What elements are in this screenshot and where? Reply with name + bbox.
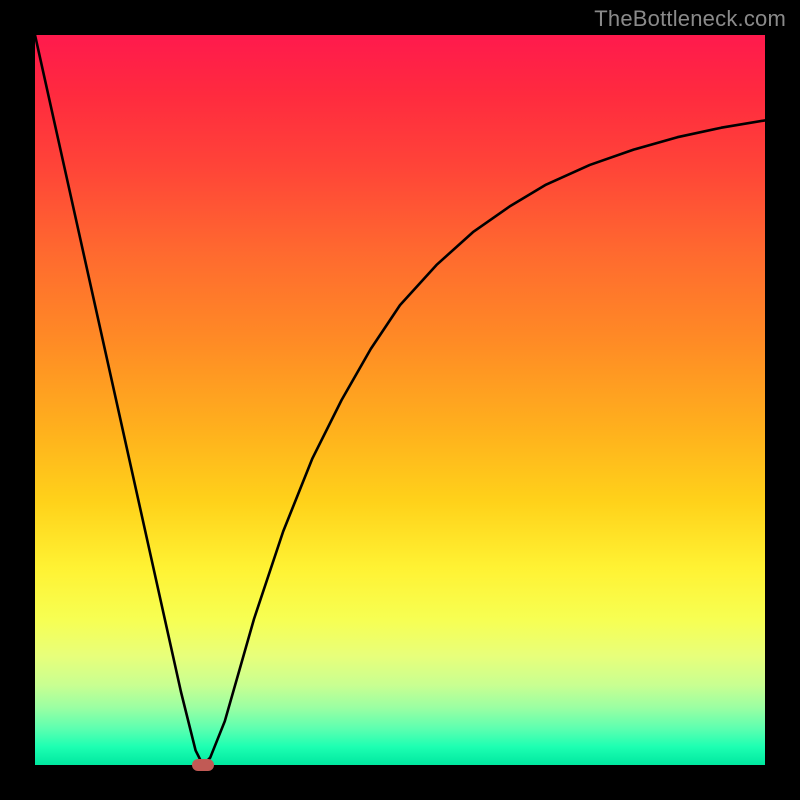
minimum-marker <box>192 759 214 771</box>
watermark-text: TheBottleneck.com <box>594 6 786 32</box>
chart-stage: TheBottleneck.com <box>0 0 800 800</box>
bottleneck-curve <box>35 35 765 765</box>
curve-path <box>35 35 765 765</box>
chart-plot-area <box>35 35 765 765</box>
